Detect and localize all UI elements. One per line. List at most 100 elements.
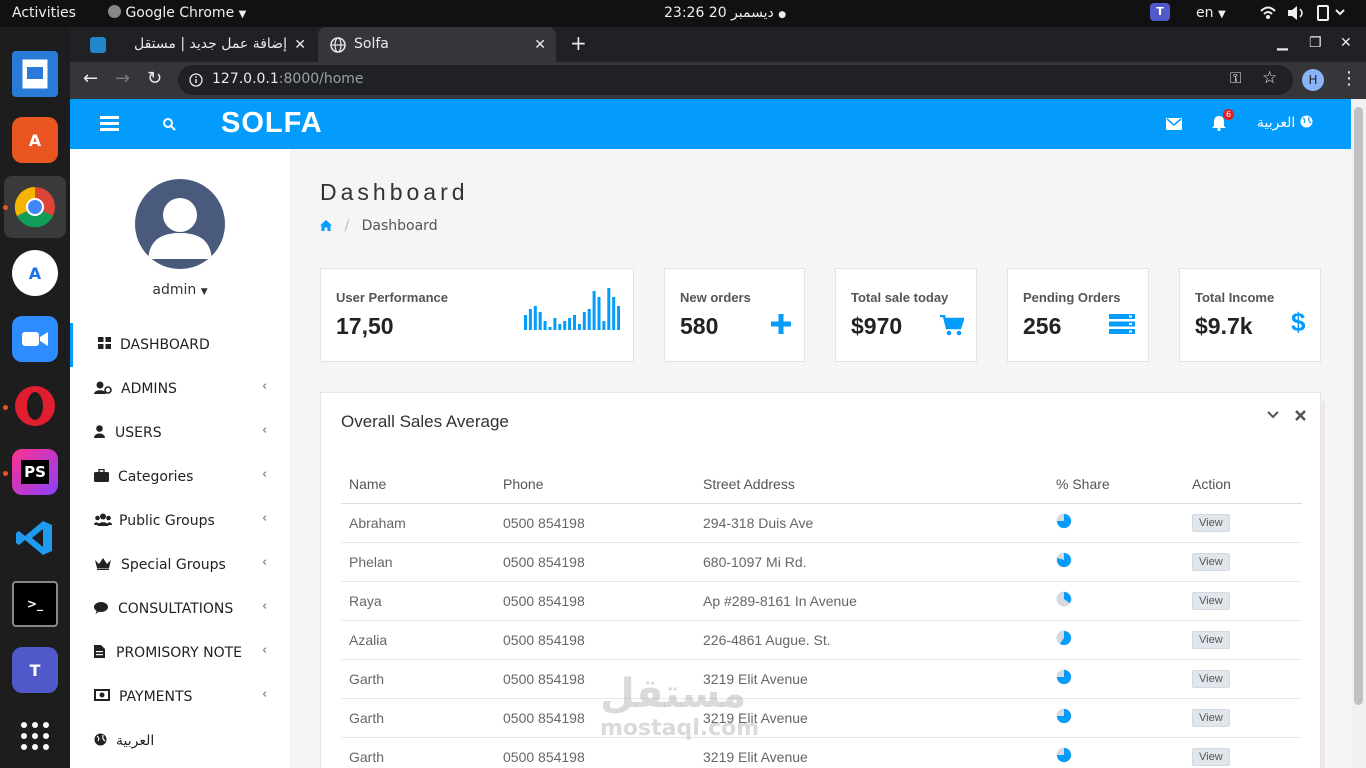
sidebar-item-payments[interactable]: PAYMENTS ‹ [70, 675, 290, 719]
chevron-left-icon: ‹ [262, 379, 268, 394]
cell-name: Raya [341, 581, 495, 621]
share-pie-icon [1056, 552, 1072, 568]
libreoffice-impress-icon[interactable] [12, 51, 58, 97]
home-icon[interactable] [320, 220, 332, 231]
zoom-icon[interactable] [12, 316, 58, 362]
sparkline-bar [558, 324, 562, 330]
sidebar-item-categories[interactable]: Categories ‹ [70, 455, 290, 499]
view-button[interactable]: View [1192, 553, 1230, 571]
opera-icon[interactable] [12, 383, 58, 429]
sidebar-item-label: PAYMENTS [119, 689, 193, 705]
cell-action: View [1184, 503, 1302, 543]
google-chrome-icon[interactable] [12, 184, 58, 230]
user-icon [94, 425, 112, 441]
browser-tab-mostaql[interactable]: إضافة عمل جديد | مستقل ✕ [78, 27, 316, 62]
user-avatar[interactable] [135, 179, 225, 269]
cell-action: View [1184, 737, 1302, 768]
language-selector[interactable]: en ▼ [1196, 5, 1226, 21]
back-arrow-icon[interactable]: ← [83, 70, 98, 88]
stat-value: 580 [680, 313, 719, 339]
user-menu[interactable]: admin ▼ [70, 282, 290, 298]
sparkline-bar [587, 309, 591, 330]
profile-avatar[interactable]: H [1302, 69, 1324, 91]
view-button[interactable]: View [1192, 631, 1230, 649]
close-tab-icon[interactable]: ✕ [294, 37, 306, 53]
system-status-menu[interactable] [1260, 4, 1350, 26]
search-icon[interactable] [163, 118, 176, 131]
sparkline-bar [568, 318, 572, 330]
kebab-menu-icon[interactable]: ⋮ [1340, 68, 1358, 89]
new-tab-button[interactable]: + [570, 31, 587, 55]
forward-arrow-icon[interactable]: → [115, 70, 130, 88]
language-switch-link[interactable]: العربية [1257, 115, 1313, 131]
bookmark-star-icon[interactable]: ☆ [1262, 68, 1277, 88]
envelope-icon[interactable] [1166, 118, 1182, 130]
sidebar-item-label: DASHBOARD [120, 337, 210, 353]
sidebar-item-promisory-note[interactable]: PROMISORY NOTE ‹ [70, 631, 290, 675]
wifi-volume-power-icons [1260, 5, 1345, 21]
vscode-icon[interactable] [12, 515, 58, 561]
app-menu-label: Google Chrome [125, 5, 235, 21]
view-button[interactable]: View [1192, 514, 1230, 532]
brand-logo[interactable]: SOLFA [221, 107, 323, 140]
view-button[interactable]: View [1192, 709, 1230, 727]
browser-tab-solfa[interactable]: Solfa ✕ [318, 27, 556, 62]
table-row: Raya 0500 854198 Ap #289-8161 In Avenue Vie… [341, 581, 1302, 621]
close-panel-icon[interactable] [1295, 410, 1306, 421]
running-indicator [3, 205, 8, 210]
breadcrumb: / Dashboard [320, 218, 438, 234]
minimize-window-icon[interactable]: ▁ [1277, 35, 1288, 51]
terminal-icon[interactable]: >_ [12, 581, 58, 627]
hamburger-menu-icon[interactable] [100, 116, 119, 132]
sparkline-bar [597, 297, 601, 330]
cell-share [1048, 659, 1184, 699]
page-scrollbar[interactable] [1351, 99, 1366, 768]
breadcrumb-separator: / [344, 218, 350, 234]
teams-tray-icon[interactable]: T [1150, 3, 1170, 21]
view-button[interactable]: View [1192, 670, 1230, 688]
share-pie-icon [1056, 708, 1072, 724]
reload-icon[interactable]: ↻ [147, 70, 162, 88]
show-applications-icon[interactable] [12, 713, 58, 759]
sidebar-item-users[interactable]: USERS ‹ [70, 411, 290, 455]
stat-label: New orders [680, 290, 751, 305]
sidebar-item-admins[interactable]: ADMINS ‹ [70, 367, 290, 411]
cell-share [1048, 620, 1184, 660]
android-studio-icon[interactable]: A [12, 250, 58, 296]
teams-icon[interactable]: T [12, 647, 58, 693]
sidebar-item-special-groups[interactable]: Special Groups ‹ [70, 543, 290, 587]
sparkline-bar [573, 315, 576, 330]
sidebar-item-public-groups[interactable]: Public Groups ‹ [70, 499, 290, 543]
sidebar-item-arabic[interactable]: العربية [70, 719, 290, 763]
restore-window-icon[interactable]: ❐ [1309, 35, 1322, 51]
view-button[interactable]: View [1192, 592, 1230, 610]
cell-phone: 0500 854198 [495, 542, 695, 582]
sidebar-item-consultations[interactable]: CONSULTATIONS ‹ [70, 587, 290, 631]
cell-action: View [1184, 620, 1302, 660]
chevron-left-icon: ‹ [262, 423, 268, 438]
close-window-icon[interactable]: ✕ [1340, 35, 1352, 51]
phpstorm-icon[interactable]: PS [12, 449, 58, 495]
address-bar[interactable]: 127.0.0.1:8000/home ⚿ ☆ [178, 65, 1293, 95]
app-menu[interactable]: Google Chrome ▼ [108, 5, 246, 21]
info-icon[interactable] [189, 73, 203, 87]
activities-button[interactable]: Activities [12, 5, 76, 21]
ubuntu-software-icon[interactable]: A [12, 117, 58, 163]
cell-name: Garth [341, 698, 495, 738]
collapse-chevron-icon[interactable] [1267, 411, 1279, 419]
table-row: Garth 0500 854198 3219 Elit Avenue View [341, 698, 1302, 738]
view-button[interactable]: View [1192, 748, 1230, 766]
clock[interactable]: 23:26 20 ديسمبر ● [664, 5, 786, 21]
panel-edge [1321, 401, 1325, 768]
sparkline-bar [548, 327, 552, 330]
crown-icon [94, 557, 112, 573]
close-tab-icon[interactable]: ✕ [534, 37, 546, 53]
scrollbar-thumb[interactable] [1354, 107, 1363, 705]
sidebar-item-label: CONSULTATIONS [118, 601, 234, 617]
sidebar-item-dashboard[interactable]: DASHBOARD [70, 323, 290, 367]
cell-share [1048, 737, 1184, 768]
chrome-app-icon [108, 5, 121, 18]
key-icon[interactable]: ⚿ [1230, 69, 1241, 87]
chevron-down-icon: ▼ [238, 9, 247, 20]
cell-action: View [1184, 581, 1302, 621]
